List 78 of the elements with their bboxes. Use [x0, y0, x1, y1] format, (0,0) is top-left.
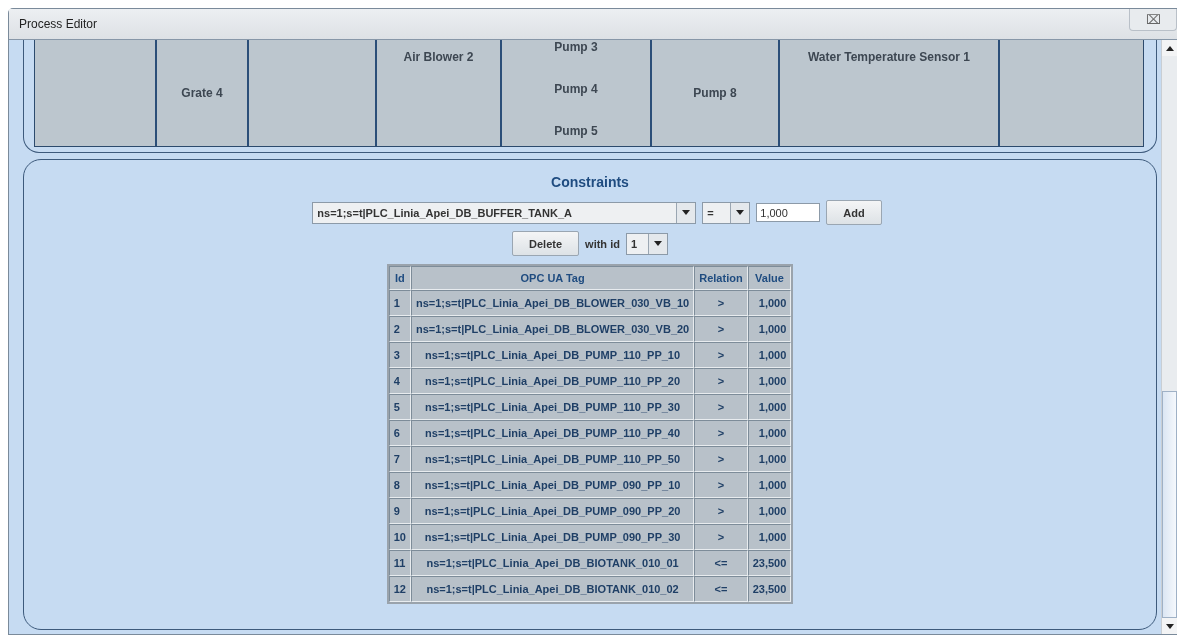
table-cell: 2: [388, 316, 411, 342]
table-cell: ns=1;s=t|PLC_Linia_Apei_DB_BLOWER_030_VB_20: [410, 316, 695, 342]
table-cell: 23,500: [747, 550, 792, 576]
table-cell: >: [694, 316, 748, 342]
device-name: Air Blower 2: [403, 50, 474, 64]
table-cell: >: [694, 472, 748, 498]
table-cell: 3: [388, 342, 411, 368]
table-cell: ns=1;s=t|PLC_Linia_Apei_DB_PUMP_110_PP_10: [410, 342, 695, 368]
device-name: Grate 4: [181, 86, 223, 100]
device-name: Water Temperature Sensor 1: [807, 50, 971, 64]
table-cell: 4: [388, 368, 411, 394]
column-header[interactable]: Value: [747, 266, 792, 290]
caret-icon: [736, 210, 745, 215]
window-title: Process Editor: [19, 17, 98, 31]
device-name: Pump 8: [693, 86, 737, 100]
table-cell: 10: [388, 524, 411, 550]
table-cell: 6: [388, 420, 411, 446]
table-cell: 1,000: [747, 498, 792, 524]
column-header[interactable]: Id: [388, 266, 411, 290]
device-name: Pump 4: [554, 82, 598, 96]
device-name: Pump 3: [554, 40, 598, 54]
table-cell: 1,000: [747, 394, 792, 420]
column-header[interactable]: Relation: [694, 266, 748, 290]
delete-button[interactable]: Delete: [512, 231, 580, 256]
table-cell: 8: [388, 472, 411, 498]
table-cell: ns=1;s=t|PLC_Linia_Apei_DB_PUMP_110_PP_20: [410, 368, 695, 394]
table-cell: ns=1;s=t|PLC_Linia_Apei_DB_BLOWER_030_VB_10: [410, 290, 695, 316]
id-dropdown[interactable]: 1: [625, 232, 668, 255]
table-cell: ns=1;s=t|PLC_Linia_Apei_DB_PUMP_090_PP_30: [410, 524, 695, 550]
caret-icon: [682, 210, 691, 215]
table-cell: 23,500: [747, 576, 792, 602]
table-cell: ns=1;s=t|PLC_Linia_Apei_DB_PUMP_110_PP_50: [410, 446, 695, 472]
table-cell: <=: [694, 550, 748, 576]
table-cell: 1,000: [747, 472, 792, 498]
table-cell: 1,000: [747, 368, 792, 394]
table-cell: 1,000: [747, 446, 792, 472]
table-cell: 1,000: [747, 420, 792, 446]
table-cell: 1,000: [747, 290, 792, 316]
table-cell: >: [694, 524, 748, 550]
relation-dropdown[interactable]: =: [702, 201, 751, 224]
table-cell: >: [694, 498, 748, 524]
section-title: Constraints: [551, 174, 629, 190]
table-cell: 7: [388, 446, 411, 472]
device-name: Pump 5: [554, 124, 598, 138]
table-cell: 9: [388, 498, 411, 524]
table-cell: 12: [388, 576, 411, 602]
column-header[interactable]: OPC UA Tag: [410, 266, 695, 290]
table-cell: 5: [388, 394, 411, 420]
table-cell: ns=1;s=t|PLC_Linia_Apei_DB_PUMP_110_PP_40: [410, 420, 695, 446]
table-cell: ns=1;s=t|PLC_Linia_Apei_DB_BIOTANK_010_02: [410, 576, 695, 602]
value-field[interactable]: 1,000: [756, 203, 821, 222]
table-cell: >: [694, 394, 748, 420]
table-cell: >: [694, 290, 748, 316]
table-cell: <=: [694, 576, 748, 602]
scroll-down-button[interactable]: [1162, 618, 1177, 634]
scrollbar[interactable]: [1161, 40, 1177, 634]
table-cell: 1,000: [747, 524, 792, 550]
table-cell: 1,000: [747, 316, 792, 342]
close-button[interactable]: ⌧: [1129, 9, 1177, 31]
table-cell: ns=1;s=t|PLC_Linia_Apei_DB_PUMP_090_PP_10: [410, 472, 695, 498]
table-cell: >: [694, 368, 748, 394]
table-cell: >: [694, 446, 748, 472]
with-id-label: with id: [585, 237, 620, 250]
down-arrow-icon: [1165, 623, 1174, 629]
table-cell: ns=1;s=t|PLC_Linia_Apei_DB_BIOTANK_010_01: [410, 550, 695, 576]
table-cell: 1,000: [747, 342, 792, 368]
table-cell: ns=1;s=t|PLC_Linia_Apei_DB_PUMP_090_PP_20: [410, 498, 695, 524]
table-cell: ns=1;s=t|PLC_Linia_Apei_DB_PUMP_110_PP_30: [410, 394, 695, 420]
scroll-thumb[interactable]: [1162, 391, 1177, 618]
scroll-up-button[interactable]: [1162, 40, 1177, 56]
table-cell: >: [694, 342, 748, 368]
up-arrow-icon: [1165, 45, 1174, 51]
caret-icon: [653, 241, 662, 246]
table-cell: 1: [388, 290, 411, 316]
add-button[interactable]: Add: [826, 200, 882, 225]
table-cell: 11: [388, 550, 411, 576]
tag-dropdown[interactable]: ns=1;s=t|PLC_Linia_Apei_DB_BUFFER_TANK_A: [312, 201, 697, 224]
table-cell: >: [694, 420, 748, 446]
